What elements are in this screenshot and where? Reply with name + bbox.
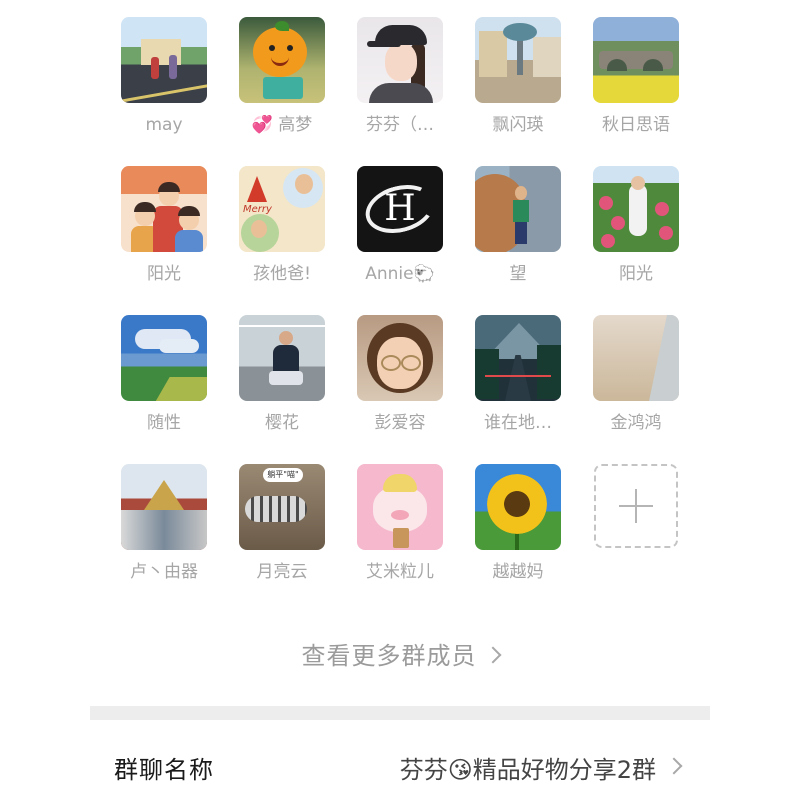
member-name: may [145,115,183,135]
member-tile[interactable]: 卢丶由器 [109,464,219,594]
member-tile[interactable]: 💞 高梦 [227,17,337,147]
member-name: 阳光 [619,264,653,284]
member-tile[interactable]: 越越妈 [463,464,573,594]
member-avatar [357,17,443,103]
member-tile[interactable]: 彭爱容 [345,315,455,445]
member-tile[interactable]: 樱花 [227,315,337,445]
member-name: 谁在地… [484,413,552,433]
member-name: 越越妈 [492,562,544,582]
section-divider [90,706,710,720]
member-tile[interactable]: 随性 [109,315,219,445]
member-avatar [593,315,679,401]
member-avatar [593,17,679,103]
member-name: 芬芬（… [366,115,434,135]
member-tile[interactable]: 望 [463,166,573,296]
member-name: Annie🐑 [365,264,435,284]
member-name: 金鸿鸿 [610,413,662,433]
add-member-button[interactable] [581,464,691,594]
member-tile[interactable]: 阳光 [109,166,219,296]
member-avatar [357,464,443,550]
group-name-label: 群聊名称 [114,756,214,784]
member-tile[interactable]: 躺平"喵" 月亮云 [227,464,337,594]
member-avatar [357,315,443,401]
member-name: 彭爱容 [374,413,426,433]
member-avatar: H [357,166,443,252]
chevron-right-icon [484,646,501,664]
member-tile[interactable]: 谁在地… [463,315,573,445]
member-name: 艾米粒儿 [366,562,434,582]
member-name: 卢丶由器 [130,562,198,582]
member-avatar [475,17,561,103]
member-avatar [121,166,207,252]
member-avatar [475,166,561,252]
member-avatar [121,315,207,401]
member-name: 月亮云 [256,562,308,582]
member-tile[interactable]: 艾米粒儿 [345,464,455,594]
member-name: 樱花 [265,413,299,433]
member-name: 孩他爸! [253,264,311,284]
member-tile[interactable]: Merry 孩他爸! [227,166,337,296]
member-avatar [121,17,207,103]
member-name: 阳光 [147,264,181,284]
member-tile[interactable]: 阳光 [581,166,691,296]
member-tile[interactable]: may [109,17,219,147]
member-avatar: Merry [239,166,325,252]
view-more-members-label: 查看更多群成员 [301,642,477,670]
group-name-row[interactable]: 群聊名称 芬芬😘精品好物分享2群 [90,736,710,796]
member-name: 随性 [147,413,181,433]
group-name-value: 芬芬😘精品好物分享2群 [399,756,656,784]
member-grid: may 💞 高梦 芬芬（… 飘闪瑛 秋日思语 阳光 Merry 孩他爸! H A… [0,0,800,800]
member-avatar [593,166,679,252]
member-tile[interactable]: 芬芬（… [345,17,455,147]
member-name: 望 [509,264,527,284]
member-avatar [239,17,325,103]
member-tile[interactable]: H Annie🐑 [345,166,455,296]
member-tile[interactable]: 金鸿鸿 [581,315,691,445]
member-avatar [239,315,325,401]
member-avatar [121,464,207,550]
member-tile[interactable]: 秋日思语 [581,17,691,147]
member-name: 秋日思语 [602,115,670,135]
member-tile[interactable]: 飘闪瑛 [463,17,573,147]
member-avatar [475,464,561,550]
member-name: 飘闪瑛 [492,115,544,135]
member-avatar: 躺平"喵" [239,464,325,550]
member-avatar [475,315,561,401]
chevron-right-icon [665,757,683,775]
plus-icon[interactable] [594,464,678,548]
view-more-members-link[interactable]: 查看更多群成员 [0,636,800,671]
member-name: 💞 高梦 [251,115,313,135]
